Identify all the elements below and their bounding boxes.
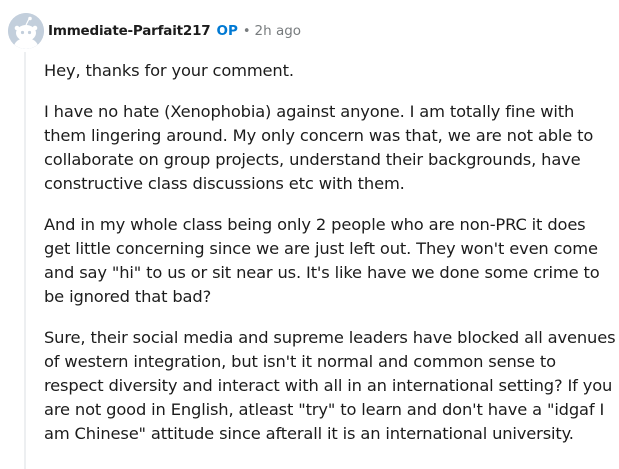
- comment-paragraph: Sure, their social media and supreme lea…: [44, 328, 616, 443]
- thread-collapse-line[interactable]: [24, 52, 26, 469]
- comment-header: Immediate-Parfait217 OP • 2h ago: [8, 13, 301, 49]
- comment-paragraph: And in my whole class being only 2 peopl…: [44, 215, 600, 306]
- reddit-snoo-avatar-icon: [8, 13, 44, 49]
- op-badge: OP: [216, 23, 238, 39]
- comment-body: Hey, thanks for your comment. I have no …: [44, 59, 616, 463]
- comment: Immediate-Parfait217 OP • 2h ago Hey, th…: [0, 0, 619, 469]
- comment-paragraph: I have no hate (Xenophobia) against anyo…: [44, 102, 594, 193]
- comment-paragraph: Hey, thanks for your comment.: [44, 61, 294, 80]
- comment-timestamp[interactable]: 2h ago: [255, 23, 302, 39]
- meta-separator: •: [242, 23, 251, 39]
- avatar[interactable]: [8, 13, 44, 49]
- author-username[interactable]: Immediate-Parfait217: [48, 23, 211, 39]
